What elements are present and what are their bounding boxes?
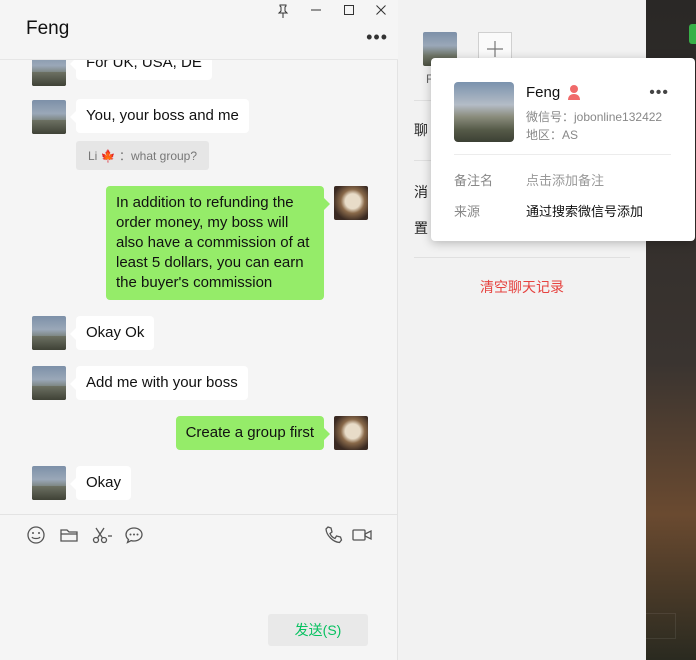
minimize-button[interactable] — [307, 4, 325, 20]
profile-name: Feng — [526, 84, 561, 101]
emoji-icon[interactable] — [26, 525, 48, 547]
quote-text: ：what group? — [118, 149, 198, 163]
region-value: AS — [562, 128, 579, 142]
pin-icon[interactable] — [274, 4, 292, 20]
send-button[interactable]: 发送(S) — [268, 614, 368, 646]
input-toolbar — [0, 514, 398, 556]
remark-value[interactable]: 点击添加备注 — [526, 170, 604, 189]
message-bubble[interactable]: Create a group first — [175, 416, 331, 450]
detail-row-search[interactable]: 聊 — [414, 120, 428, 140]
divider — [454, 154, 671, 155]
message-bubble[interactable]: In addition to refunding the order money… — [106, 186, 330, 300]
contact-avatar[interactable] — [32, 60, 66, 86]
maple-leaf-emoji: 🍁 — [100, 149, 116, 163]
message-list: For UK, USA, DE You, your boss and me Li… — [0, 60, 398, 513]
video-call-icon[interactable] — [351, 525, 373, 547]
chat-window: Feng ••• For UK, USA, DE You, your boss … — [0, 0, 398, 660]
contact-avatar[interactable] — [32, 366, 66, 400]
wechat-id-row: 微信号：jobonline132422 — [526, 108, 662, 125]
region-row: 地区：AS — [526, 126, 578, 143]
quote-sender: Li — [88, 149, 98, 163]
message-bubble[interactable]: For UK, USA, DE — [70, 60, 212, 80]
chat-title: Feng — [26, 18, 70, 39]
contact-avatar[interactable] — [32, 466, 66, 500]
message-bubble[interactable]: Okay — [69, 466, 132, 500]
profile-avatar[interactable] — [454, 82, 514, 142]
profile-card: Feng ••• 微信号：jobonline132422 地区：AS 备注名 点… — [431, 58, 695, 241]
voice-call-icon[interactable] — [323, 525, 345, 547]
chat-more-button[interactable]: ••• — [366, 27, 388, 48]
divider — [414, 257, 630, 258]
chat-history-icon[interactable] — [124, 525, 146, 547]
source-label: 来源 — [454, 204, 481, 219]
close-button[interactable] — [372, 4, 390, 20]
contact-avatar[interactable] — [32, 100, 66, 134]
folder-icon[interactable] — [59, 525, 81, 547]
remark-label: 备注名 — [454, 173, 494, 188]
clear-history-button[interactable]: 清空聊天记录 — [398, 277, 646, 297]
chat-header: Feng ••• — [0, 0, 398, 60]
screenshot-icon[interactable] — [91, 525, 113, 547]
female-gender-icon — [566, 83, 582, 101]
detail-row-mute[interactable]: 消 — [414, 182, 428, 202]
region-label: 地区： — [526, 128, 563, 142]
my-avatar[interactable] — [334, 186, 368, 220]
contact-avatar[interactable] — [32, 316, 66, 350]
quoted-message[interactable]: Li 🍁 ：what group? — [76, 141, 210, 170]
message-bubble[interactable]: Okay Ok — [69, 316, 155, 350]
detail-row-pin[interactable]: 置 — [414, 218, 428, 238]
message-bubble[interactable]: You, your boss and me — [70, 99, 249, 133]
wechat-id-value: jobonline132422 — [574, 110, 663, 124]
source-value: 通过搜索微信号添加 — [526, 204, 644, 219]
message-bubble[interactable]: Add me with your boss — [70, 366, 248, 400]
my-avatar[interactable] — [334, 416, 368, 450]
wechat-id-label: 微信号： — [526, 110, 575, 124]
desktop-app-icon — [689, 24, 696, 44]
maximize-button[interactable] — [340, 4, 358, 20]
profile-more-button[interactable]: ••• — [649, 84, 669, 102]
